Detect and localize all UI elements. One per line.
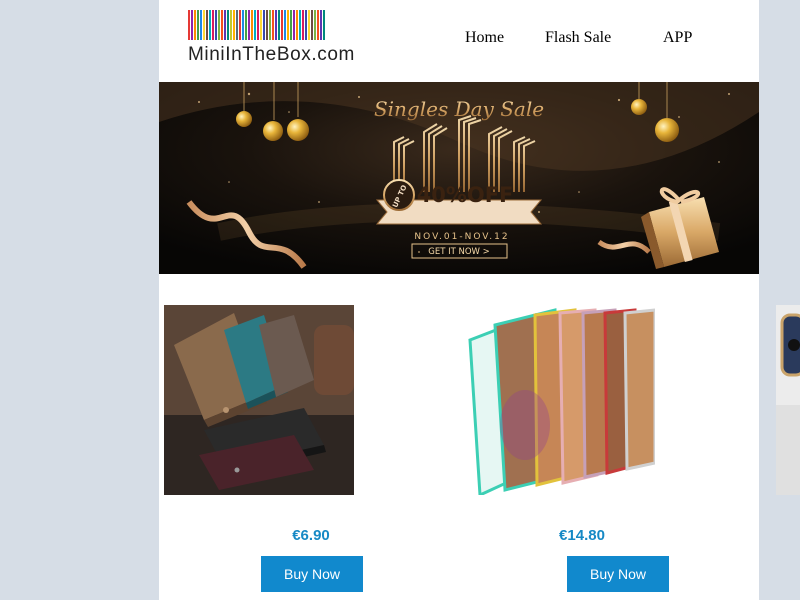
logo-stripe (242, 10, 244, 40)
next-product-image[interactable] (776, 305, 800, 495)
logo-stripe (317, 10, 319, 40)
logo-stripe (266, 10, 268, 40)
logo-stripe (290, 10, 292, 40)
logo-stripe (302, 10, 304, 40)
logo-stripe (269, 10, 271, 40)
logo-stripe (191, 10, 193, 40)
logo-stripe (221, 10, 223, 40)
logo-barcode-icon (188, 10, 373, 40)
wallet-phone-cases-image (164, 305, 354, 495)
logo-stripe (209, 10, 211, 40)
logo-stripe (206, 10, 208, 40)
logo-stripe (263, 10, 265, 40)
logo-stripe (194, 10, 196, 40)
logo-stripe (254, 10, 256, 40)
logo-stripe (323, 10, 325, 40)
header: MiniInTheBox.com Home Flash Sale APP (159, 0, 759, 82)
logo-stripe (314, 10, 316, 40)
logo-stripe (278, 10, 280, 40)
product-card[interactable]: €6.90 Buy Now (164, 305, 363, 592)
logo-stripe (248, 10, 250, 40)
logo-stripe (320, 10, 322, 40)
banner-cta: GET IT NOW > (428, 247, 490, 257)
logo-stripe (257, 10, 259, 40)
logo-stripe (212, 10, 214, 40)
product-price: €14.80 (559, 527, 605, 544)
product-list: €6.90 Buy Now €14.80 Buy Now (159, 274, 759, 600)
phone-case-peek-image (776, 305, 800, 495)
logo-stripe (224, 10, 226, 40)
promo-banner[interactable]: Singles Day Sale UP TO 40%OFF NOV.01-NOV… (159, 82, 759, 274)
promo-banner-image: Singles Day Sale UP TO 40%OFF NOV.01-NOV… (159, 82, 759, 274)
nav-flash-sale[interactable]: Flash Sale (545, 29, 611, 47)
logo-stripe (308, 10, 310, 40)
logo-stripe (293, 10, 295, 40)
logo-stripe (311, 10, 313, 40)
logo-stripe (239, 10, 241, 40)
page: MiniInTheBox.com Home Flash Sale APP Sin… (159, 0, 759, 600)
banner-discount: 40%OFF (417, 183, 514, 207)
logo-stripe (233, 10, 235, 40)
logo[interactable]: MiniInTheBox.com (188, 10, 373, 70)
logo-stripe (215, 10, 217, 40)
product-image[interactable] (164, 305, 354, 495)
logo-stripe (203, 10, 205, 40)
logo-stripe (230, 10, 232, 40)
logo-stripe (275, 10, 277, 40)
logo-stripe (251, 10, 253, 40)
logo-text: MiniInTheBox.com (188, 44, 355, 65)
logo-stripe (284, 10, 286, 40)
logo-stripe (197, 10, 199, 40)
logo-stripe (305, 10, 307, 40)
banner-dates: NOV.01-NOV.12 (414, 232, 509, 242)
logo-stripe (296, 10, 298, 40)
product-card[interactable]: €14.80 Buy Now (465, 305, 669, 592)
logo-stripe (299, 10, 301, 40)
logo-stripe (281, 10, 283, 40)
banner-headline: Singles Day Sale (374, 97, 544, 121)
product-image[interactable] (465, 305, 655, 495)
product-price: €6.90 (292, 527, 330, 544)
logo-stripe (200, 10, 202, 40)
logo-stripe (188, 10, 190, 40)
clear-bumper-phone-cases-image (465, 305, 655, 495)
logo-stripe (236, 10, 238, 40)
logo-stripe (272, 10, 274, 40)
logo-stripe (227, 10, 229, 40)
nav-app[interactable]: APP (663, 29, 692, 47)
nav-home[interactable]: Home (465, 29, 504, 47)
logo-stripe (260, 10, 262, 40)
buy-now-button[interactable]: Buy Now (567, 556, 669, 592)
logo-stripe (245, 10, 247, 40)
logo-stripe (287, 10, 289, 40)
logo-stripe (218, 10, 220, 40)
buy-now-button[interactable]: Buy Now (261, 556, 363, 592)
